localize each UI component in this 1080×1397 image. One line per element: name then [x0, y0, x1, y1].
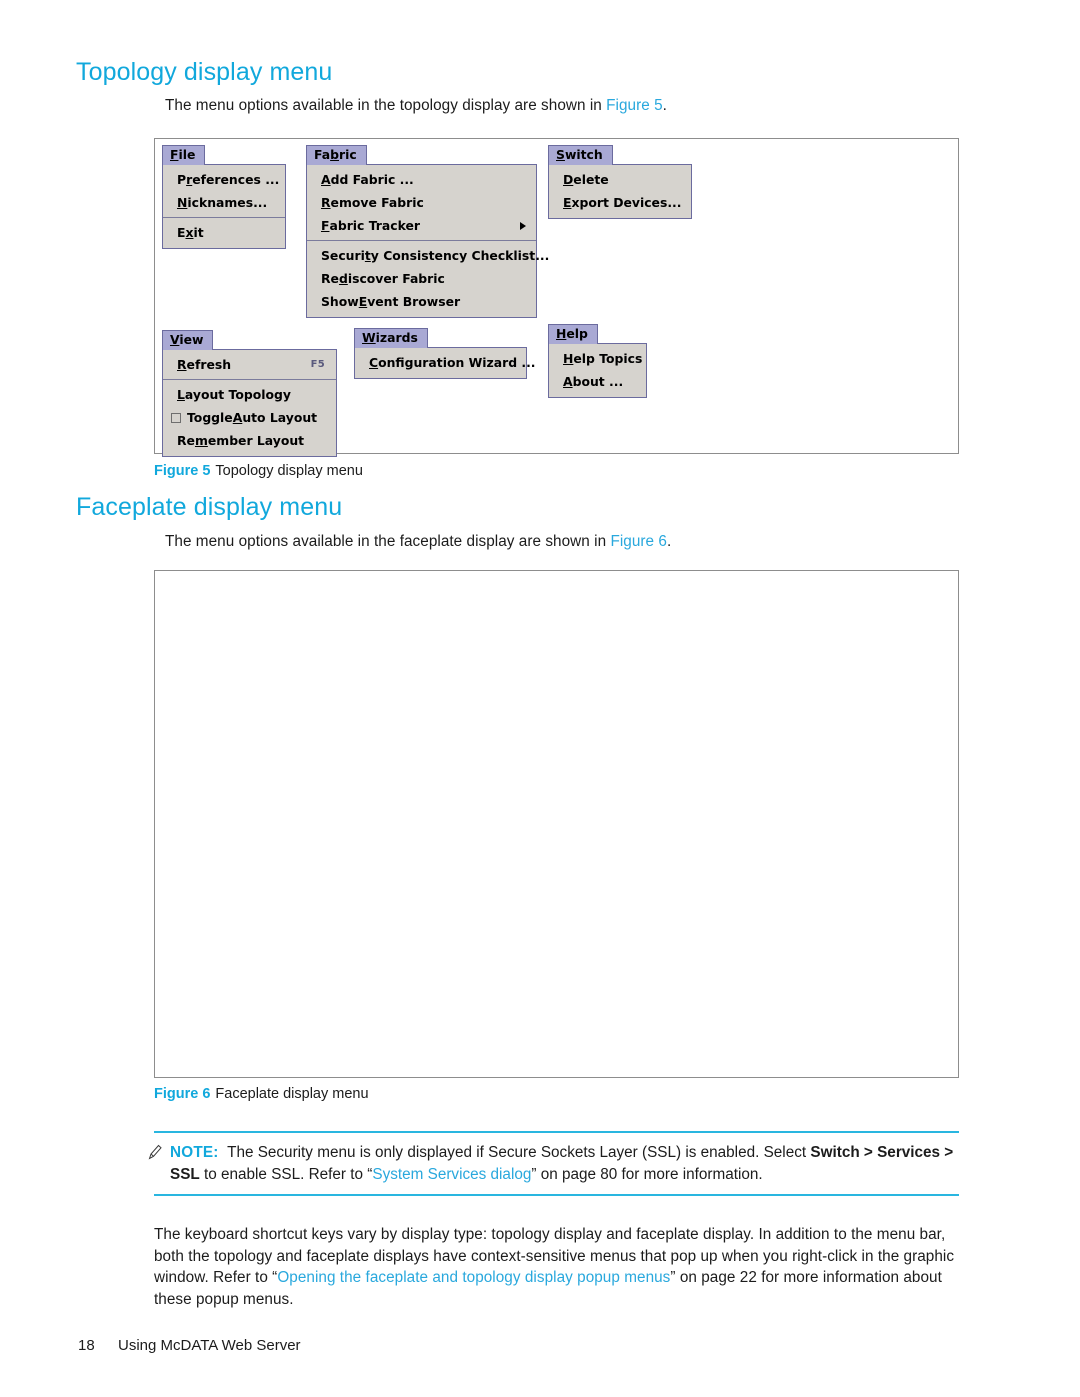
menu-wizards-panel: Configuration Wizard ...: [354, 347, 536, 379]
page-title-faceplate-display-menu: Faceplate display menu: [76, 493, 343, 521]
footer-chapter-title: Using McDATA Web Server: [118, 1337, 301, 1354]
menu-file[interactable]: File Pr eferences ... Nicknames... Ex it: [162, 145, 286, 249]
opening-popup-menus-link[interactable]: Opening the faceplate and topology displ…: [277, 1269, 670, 1286]
figure-5-caption: Figure 5 Topology display menu: [154, 463, 363, 479]
figure-6-caption: Figure 6 Faceplate display menu: [154, 1086, 369, 1102]
menu-item-add-fabric[interactable]: Add Fabric ...: [307, 168, 536, 191]
menu-item-preferences[interactable]: Pr eferences ...: [163, 168, 285, 191]
menu-switch[interactable]: Switch Delete Export Devices...: [548, 145, 692, 219]
figure-6-crossref-link[interactable]: Figure 6: [610, 533, 667, 550]
menu-switch-title[interactable]: Switch: [548, 145, 613, 165]
menu-file-panel: Pr eferences ... Nicknames... Ex it: [162, 164, 286, 249]
menu-item-refresh-shortcut: F5: [310, 359, 325, 370]
faceplate-intro-text-after: .: [666, 533, 672, 550]
submenu-arrow-icon: [520, 221, 526, 230]
menu-item-export-devices[interactable]: Export Devices...: [549, 191, 691, 214]
menu-item-layout-topology[interactable]: Layout Topology: [163, 383, 336, 406]
note-text-segment-3: ” on page 80 for more information.: [531, 1166, 763, 1183]
note-bold-switch: Switch >: [810, 1144, 873, 1161]
menu-item-about[interactable]: About ...: [549, 370, 646, 393]
note-top-rule: [154, 1131, 959, 1133]
note-text-segment-1: The Security menu is only displayed if S…: [227, 1144, 811, 1161]
figure-6-number: Figure 6: [154, 1086, 211, 1102]
menu-view[interactable]: View Refresh F5 Layout Topology Toggle Au…: [162, 330, 337, 457]
topology-intro-paragraph: The menu options available in the topolo…: [165, 95, 955, 117]
menu-item-nicknames[interactable]: Nicknames...: [163, 191, 285, 214]
menu-item-show-event-browser[interactable]: Show Event Browser: [307, 290, 536, 313]
menu-help-panel: Help Topics About ...: [548, 343, 647, 398]
figure-5-number: Figure 5: [154, 463, 211, 479]
faceplate-intro-text-before: The menu options available in the facepl…: [165, 533, 611, 550]
menu-separator: [163, 379, 336, 380]
topology-intro-text-after: .: [662, 97, 667, 114]
menu-view-panel: Refresh F5 Layout Topology Toggle Auto La…: [162, 349, 337, 457]
menu-item-remove-fabric[interactable]: Remove Fabric: [307, 191, 536, 214]
faceplate-intro-paragraph: The menu options available in the facepl…: [165, 531, 955, 553]
menu-item-toggle-auto-layout[interactable]: Toggle Auto Layout: [163, 406, 336, 429]
menu-separator: [307, 240, 536, 241]
menu-item-security-consistency-checklist[interactable]: Securi t y Consistency Checklist...: [307, 244, 549, 267]
note-text-segment-2: to enable SSL. Refer to “: [199, 1166, 373, 1183]
closing-paragraph: The keyboard shortcut keys vary by displ…: [154, 1224, 960, 1310]
checkbox-icon[interactable]: [171, 412, 181, 423]
menu-item-delete[interactable]: Delete: [549, 168, 691, 191]
menu-fabric-panel: Add Fabric ... Remove Fabric Fabric Trac…: [306, 164, 549, 318]
figure-5-caption-text: Topology display menu: [215, 463, 363, 479]
menu-view-title[interactable]: View: [162, 330, 214, 350]
menu-item-fabric-tracker[interactable]: Fabric Tracker: [307, 214, 536, 237]
menu-item-exit[interactable]: Ex it: [163, 221, 285, 244]
figure-6-caption-text: Faceplate display menu: [215, 1086, 369, 1102]
menu-fabric-title[interactable]: Fabric: [306, 145, 367, 165]
menu-fabric[interactable]: Fabric Add Fabric ... Remove Fabric Fabr…: [306, 145, 549, 318]
system-services-dialog-link[interactable]: System Services dialog: [372, 1166, 531, 1183]
footer-page-number: 18: [78, 1337, 95, 1354]
menu-item-remember-layout[interactable]: Re m ember Layout: [163, 429, 336, 452]
menu-wizards[interactable]: Wizards Configuration Wizard ...: [354, 328, 536, 379]
note-pencil-icon: [148, 1144, 162, 1160]
menu-switch-panel: Delete Export Devices...: [548, 164, 692, 219]
menu-item-help-topics[interactable]: Help Topics: [549, 347, 646, 370]
menu-file-title[interactable]: File: [162, 145, 206, 165]
menu-separator: [163, 217, 285, 218]
menu-item-rediscover-fabric[interactable]: Re d iscover Fabric: [307, 267, 536, 290]
topology-intro-text-before: The menu options available in the topolo…: [165, 97, 607, 114]
note-block: NOTE: The Security menu is only displaye…: [148, 1142, 958, 1186]
menu-help[interactable]: Help Help Topics About ...: [548, 324, 647, 398]
menu-item-configuration-wizard[interactable]: Configuration Wizard ...: [355, 351, 536, 374]
figure-6-frame: [154, 570, 959, 1078]
page-title-topology-display-menu: Topology display menu: [76, 58, 333, 86]
menu-help-title[interactable]: Help: [548, 324, 598, 344]
menu-item-refresh[interactable]: Refresh F5: [163, 353, 336, 376]
note-bottom-rule: [154, 1194, 959, 1196]
figure-5-crossref-link[interactable]: Figure 5: [606, 97, 663, 114]
note-label: NOTE:: [170, 1144, 219, 1161]
menu-wizards-title[interactable]: Wizards: [354, 328, 428, 348]
